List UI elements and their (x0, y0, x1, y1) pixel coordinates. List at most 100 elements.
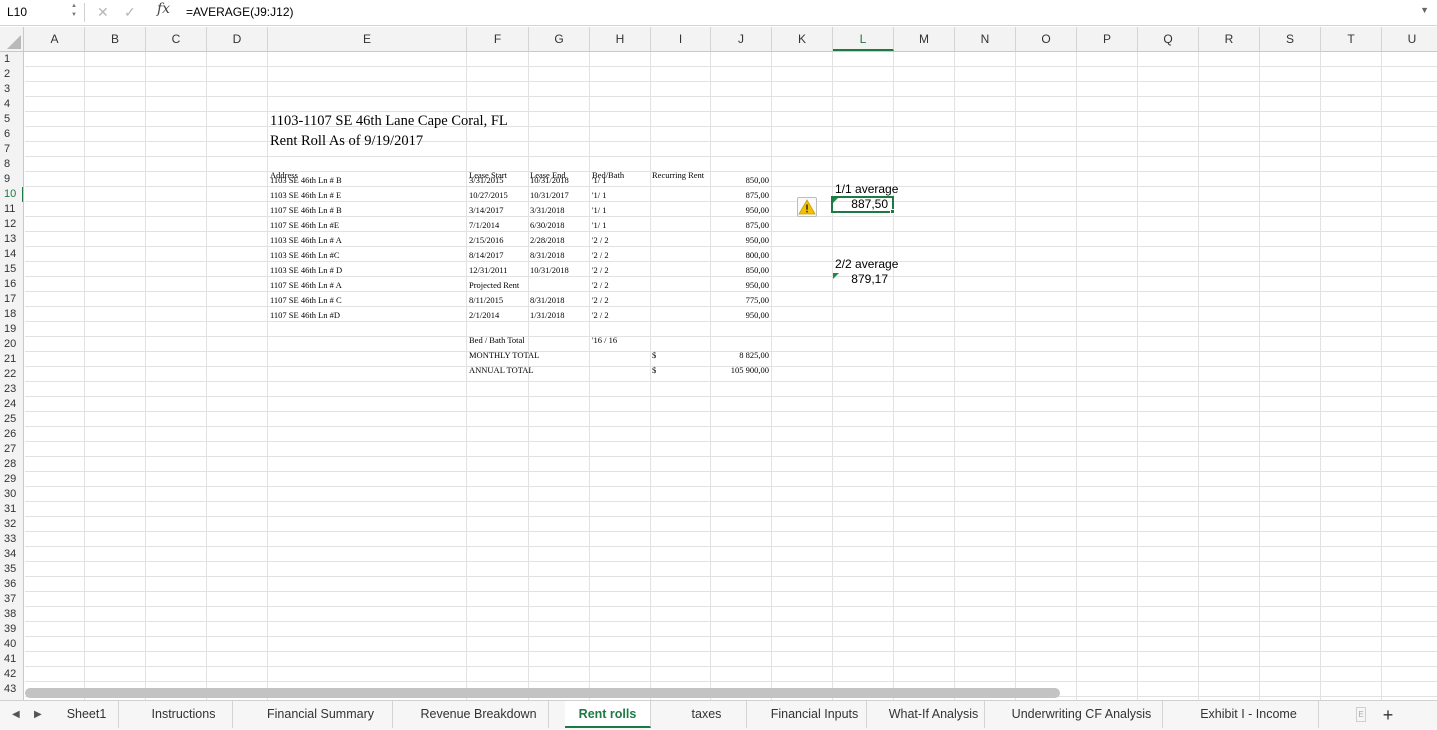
sheet-tab-rent-rolls[interactable]: Rent rolls (565, 701, 651, 728)
cell-bed-bath[interactable]: '2 / 2 (592, 248, 609, 263)
sheet-tab-what-if-analysis[interactable]: What-If Analysis (883, 701, 985, 728)
avg-2-2-label[interactable]: 2/2 average (835, 257, 898, 272)
sheet-subtitle[interactable]: Rent Roll As of 9/19/2017 (270, 133, 423, 150)
prev-sheet-icon[interactable]: ◀ (12, 709, 20, 720)
column-header-p[interactable]: P (1077, 27, 1138, 51)
column-header-m[interactable]: M (894, 27, 955, 51)
row-header-30[interactable]: 30 (0, 487, 23, 502)
cell-rent[interactable]: 875,00 (710, 218, 769, 233)
next-sheet-icon[interactable]: ▶ (34, 709, 42, 720)
row-header-26[interactable]: 26 (0, 427, 23, 442)
row-header-10[interactable]: 10 (0, 187, 23, 202)
cell-lease-start[interactable]: 12/31/2011 (469, 263, 507, 278)
column-header-c[interactable]: C (146, 27, 207, 51)
row-header-6[interactable]: 6 (0, 127, 23, 142)
column-header-i[interactable]: I (651, 27, 711, 51)
cell-rent[interactable]: 950,00 (710, 308, 769, 323)
header-recurring-rent[interactable]: Recurring Rent (652, 168, 704, 183)
monthly-total-currency[interactable]: $ (652, 348, 656, 363)
row-header-25[interactable]: 25 (0, 412, 23, 427)
cell-lease-start[interactable]: 2/1/2014 (469, 308, 499, 323)
row-header-35[interactable]: 35 (0, 562, 23, 577)
row-header-11[interactable]: 11 (0, 202, 23, 217)
cell-lease-start[interactable]: 3/14/2017 (469, 203, 503, 218)
column-header-t[interactable]: T (1321, 27, 1382, 51)
row-header-18[interactable]: 18 (0, 307, 23, 322)
column-header-q[interactable]: Q (1138, 27, 1199, 51)
row-header-34[interactable]: 34 (0, 547, 23, 562)
cell-lease-start[interactable]: 3/31/2015 (469, 173, 503, 188)
cell-bed-bath[interactable]: '2 / 2 (592, 233, 609, 248)
cell-bed-bath[interactable]: '1/ 1 (592, 203, 607, 218)
sheet-tab-taxes[interactable]: taxes (667, 701, 747, 728)
row-header-9[interactable]: 9 (0, 172, 23, 187)
cell-bed-bath[interactable]: '2 / 2 (592, 278, 609, 293)
sheet-tab-instructions[interactable]: Instructions (135, 701, 233, 728)
column-header-d[interactable]: D (207, 27, 268, 51)
sheet-tab-financial-inputs[interactable]: Financial Inputs (763, 701, 867, 728)
row-header-42[interactable]: 42 (0, 667, 23, 682)
cell-lease-end[interactable]: 6/30/2018 (530, 218, 564, 233)
name-box[interactable]: L10 (0, 0, 66, 24)
annual-total-currency[interactable]: $ (652, 363, 656, 378)
cell-rent[interactable]: 950,00 (710, 203, 769, 218)
row-header-29[interactable]: 29 (0, 472, 23, 487)
sheet-tab-sheet1[interactable]: Sheet1 (55, 701, 119, 728)
row-header-2[interactable]: 2 (0, 67, 23, 82)
row-header-14[interactable]: 14 (0, 247, 23, 262)
cell-address[interactable]: 1107 SE 46th Ln #E (270, 218, 339, 233)
cell-lease-start[interactable]: 7/1/2014 (469, 218, 499, 233)
sheet-title[interactable]: 1103-1107 SE 46th Lane Cape Coral, FL (270, 113, 508, 130)
column-header-n[interactable]: N (955, 27, 1016, 51)
cell-address[interactable]: 1107 SE 46th Ln # B (270, 203, 342, 218)
expand-formula-bar-icon[interactable]: ▼ (1420, 5, 1429, 15)
cell-lease-end[interactable]: 1/31/2018 (530, 308, 564, 323)
row-header-17[interactable]: 17 (0, 292, 23, 307)
cell-lease-start[interactable]: Projected Rent (469, 278, 519, 293)
cell-bed-bath[interactable]: '1/ 1 (592, 218, 607, 233)
cell-rent[interactable]: 850,00 (710, 173, 769, 188)
row-header-38[interactable]: 38 (0, 607, 23, 622)
sheet-tab-revenue-breakdown[interactable]: Revenue Breakdown (409, 701, 549, 728)
row-header-28[interactable]: 28 (0, 457, 23, 472)
cell-address[interactable]: 1103 SE 46th Ln # B (270, 173, 342, 188)
monthly-total-label[interactable]: MONTHLY TOTAL (469, 348, 539, 363)
chevron-up-icon[interactable]: ▲ (68, 2, 80, 11)
cell-lease-start[interactable]: 10/27/2015 (469, 188, 508, 203)
column-header-g[interactable]: G (529, 27, 590, 51)
cell-rent[interactable]: 850,00 (710, 263, 769, 278)
cell-address[interactable]: 1103 SE 46th Ln # D (270, 263, 342, 278)
cell-address[interactable]: 1107 SE 46th Ln # A (270, 278, 342, 293)
cell-bed-bath[interactable]: '1/ 1 (592, 188, 607, 203)
sheet-tab-underwriting-cf-analysis[interactable]: Underwriting CF Analysis (1001, 701, 1163, 728)
column-header-a[interactable]: A (25, 27, 85, 51)
cell-rent[interactable]: 775,00 (710, 293, 769, 308)
cell-lease-end[interactable]: 8/31/2018 (530, 293, 564, 308)
cell-bed-bath[interactable]: '1/ 1 (592, 173, 607, 188)
row-header-32[interactable]: 32 (0, 517, 23, 532)
error-check-button[interactable] (797, 197, 817, 217)
annual-total-value[interactable]: 105 900,00 (710, 363, 769, 378)
horizontal-scrollbar[interactable] (25, 688, 1060, 698)
row-header-27[interactable]: 27 (0, 442, 23, 457)
row-header-20[interactable]: 20 (0, 337, 23, 352)
row-header-41[interactable]: 41 (0, 652, 23, 667)
cell-bed-bath[interactable]: '2 / 2 (592, 293, 609, 308)
more-sheets-indicator[interactable]: E (1356, 707, 1366, 722)
avg-1-1-label[interactable]: 1/1 average (835, 182, 898, 197)
row-header-37[interactable]: 37 (0, 592, 23, 607)
name-box-stepper[interactable]: ▲ ▼ (68, 2, 80, 22)
cell-grid[interactable]: 1103-1107 SE 46th Lane Cape Coral, FL Re… (25, 52, 1437, 700)
row-header-22[interactable]: 22 (0, 367, 23, 382)
column-header-u[interactable]: U (1382, 27, 1437, 51)
row-header-16[interactable]: 16 (0, 277, 23, 292)
column-header-h[interactable]: H (590, 27, 651, 51)
row-header-40[interactable]: 40 (0, 637, 23, 652)
row-header-1[interactable]: 1 (0, 52, 23, 67)
column-header-k[interactable]: K (772, 27, 833, 51)
row-header-24[interactable]: 24 (0, 397, 23, 412)
cell-lease-start[interactable]: 8/14/2017 (469, 248, 503, 263)
cell-address[interactable]: 1103 SE 46th Ln #C (270, 248, 340, 263)
row-header-23[interactable]: 23 (0, 382, 23, 397)
row-header-3[interactable]: 3 (0, 82, 23, 97)
